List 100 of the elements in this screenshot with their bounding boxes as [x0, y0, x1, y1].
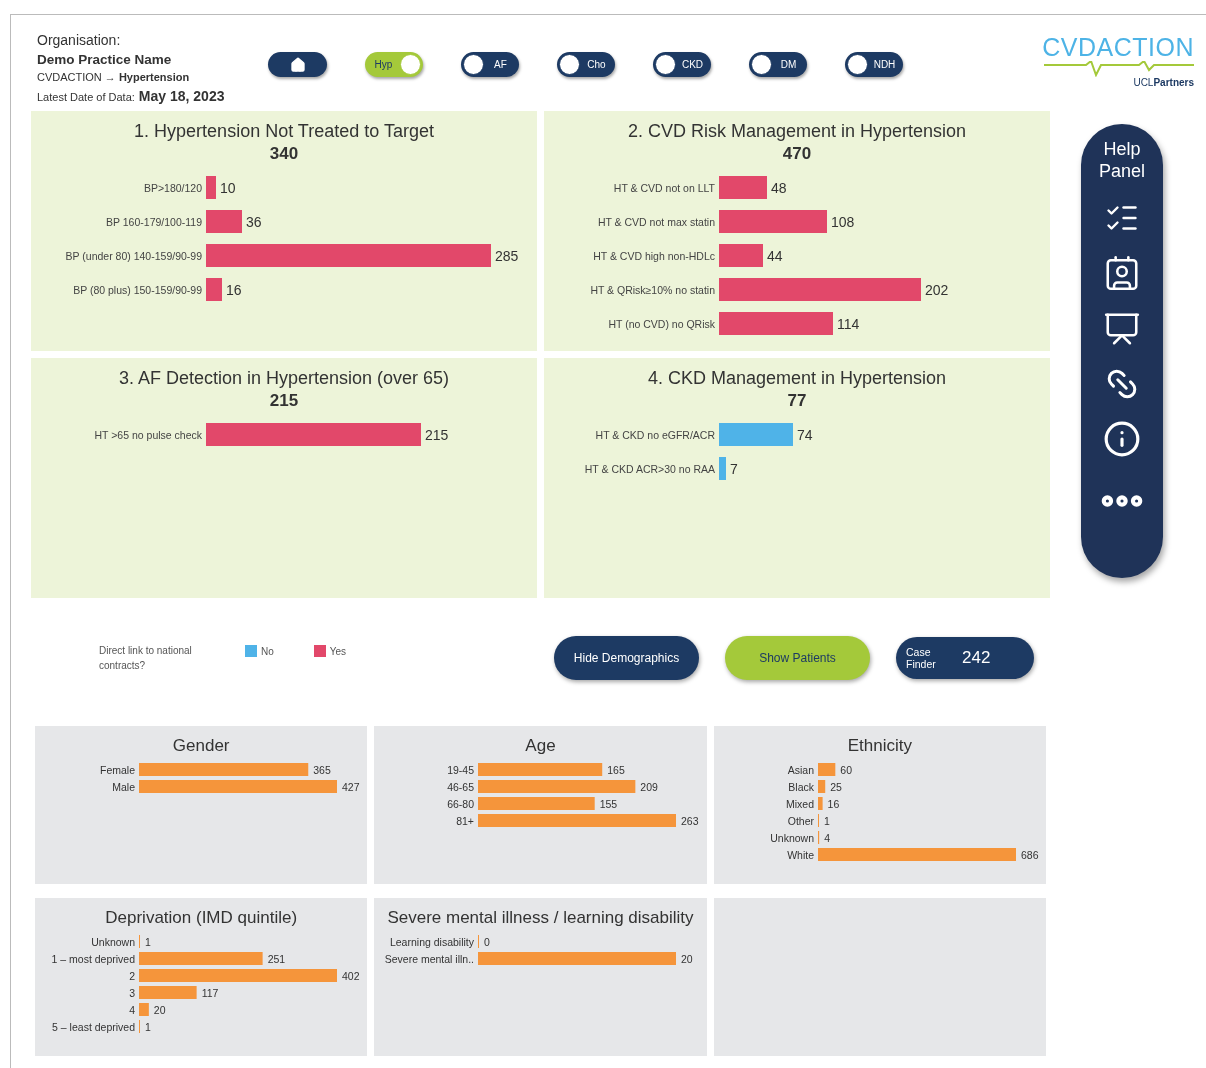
bar — [139, 1003, 149, 1016]
toggle-switch[interactable]: AF — [461, 52, 519, 77]
bar-label: Asian — [787, 763, 814, 776]
bar-label: HT & CKD no eGFR/ACR — [595, 428, 715, 441]
panel-title: 3. AF Detection in Hypertension (over 65) — [118, 367, 450, 389]
bar-label: 3 — [129, 986, 136, 999]
value-label: 1 — [145, 1020, 151, 1033]
value-label: 36 — [246, 213, 262, 230]
bar-label: Female — [100, 763, 136, 776]
bar-label: 19-45 — [447, 763, 475, 776]
value-label: 16 — [827, 797, 840, 810]
action-button[interactable]: Hide Demographics — [554, 636, 699, 680]
bar-label: Male — [112, 780, 136, 793]
bar — [719, 176, 767, 199]
bar-label: HT & QRisk≥10% no statin — [590, 283, 715, 296]
bar-label: Learning disability — [390, 935, 475, 948]
partner-logo: UCLPartners — [1133, 77, 1194, 89]
value-label: 427 — [342, 780, 360, 793]
value-label: 209 — [640, 780, 659, 793]
value-label: 20 — [154, 1003, 166, 1016]
panel-total: 340 — [269, 143, 299, 165]
value-label: 402 — [342, 969, 360, 982]
panel-title: Severe mental illness / learning disability — [387, 907, 694, 929]
value-label: 48 — [771, 179, 787, 196]
value-label: 10 — [220, 179, 236, 196]
bar — [719, 457, 726, 480]
panel-total: 470 — [782, 143, 812, 165]
bar — [206, 176, 216, 199]
contact-card-icon[interactable] — [1103, 254, 1141, 292]
value-label: 60 — [840, 763, 852, 776]
bar-label: 2 — [129, 969, 136, 982]
value-label: 251 — [267, 952, 286, 965]
toggle-switch[interactable]: Cho — [557, 52, 615, 77]
value-label: 44 — [767, 247, 783, 264]
value-label: 7 — [730, 460, 738, 477]
bar-label: 4 — [129, 1003, 136, 1016]
practice-name: Demo Practice Name — [37, 51, 173, 69]
bar-label: HT (no CVD) no QRisk — [608, 317, 715, 330]
panel-title: Ethnicity — [847, 735, 912, 757]
panel-title: Age — [525, 735, 556, 757]
bar-label: HT & CVD not on LLT — [613, 181, 715, 194]
value-label: 20 — [681, 952, 694, 965]
help-panel-title: Help Panel — [1097, 138, 1146, 182]
value-label: 108 — [831, 213, 855, 230]
toggle-switch[interactable]: NDH — [845, 52, 903, 77]
bar-label: Black — [788, 780, 814, 793]
bar-label: BP 160-179/100-119 — [106, 215, 202, 228]
panel-total: 77 — [787, 390, 807, 412]
breadcrumb: CVDACTION → Hypertension — [37, 70, 191, 85]
value-label: 202 — [925, 281, 949, 298]
bar-label: Unknown — [91, 935, 136, 948]
legend-label: No — [261, 644, 274, 659]
action-button[interactable]: Show Patients — [725, 636, 870, 680]
value-label: 263 — [681, 814, 699, 827]
bar-label: HT & CVD not max statin — [597, 215, 715, 228]
bar-label: BP (80 plus) 150-159/90-99 — [73, 283, 202, 296]
bar-label: HT & CKD ACR>30 no RAA — [584, 462, 715, 475]
legend-label: Yes — [329, 644, 347, 659]
bar-label: White — [787, 848, 814, 861]
bar-label: 1 – most deprived — [51, 952, 136, 965]
bar-label: 81+ — [456, 814, 475, 827]
toggle-switch[interactable]: Hyp — [365, 52, 423, 77]
logo-wordmark: CVDACTION — [1042, 33, 1194, 61]
legend-title: Direct link to national contracts? — [99, 644, 193, 673]
home-button[interactable] — [268, 52, 327, 77]
bar-label: HT & CVD high non-HDLc — [593, 249, 715, 262]
value-label: 165 — [607, 763, 626, 776]
panel-title: Deprivation (IMD quintile) — [105, 907, 298, 929]
value-label: 16 — [226, 281, 242, 298]
toggle-switch[interactable]: CKD — [653, 52, 711, 77]
panel-title: 2. CVD Risk Management in Hypertension — [627, 120, 967, 142]
value-label: 0 — [484, 935, 491, 948]
bar-label: Other — [787, 814, 814, 827]
date-label: Latest Date of Data: — [37, 90, 135, 105]
panel-title: 1. Hypertension Not Treated to Target — [134, 120, 434, 142]
value-label: 155 — [600, 797, 618, 810]
bar — [817, 797, 823, 810]
value-label: 25 — [830, 780, 842, 793]
home-icon — [289, 56, 306, 73]
bar — [139, 986, 197, 999]
bar-label: Mixed — [785, 797, 814, 810]
bar-label: BP>180/120 — [143, 181, 202, 194]
value-label: 215 — [425, 426, 449, 443]
bar-label: Severe mental illn.. — [385, 952, 475, 965]
bar-label: HT >65 no pulse check — [94, 428, 202, 441]
toggle-switch[interactable]: DM — [749, 52, 807, 77]
bar — [817, 780, 826, 793]
panel-total: 215 — [269, 390, 299, 412]
panel-title: Gender — [172, 735, 230, 757]
value-label: 365 — [313, 763, 331, 776]
value-label: 285 — [495, 247, 519, 264]
organisation-label: Organisation: — [37, 31, 122, 50]
case-finder-button[interactable]: Case Finder 242 — [896, 637, 1034, 679]
bar — [719, 244, 763, 267]
bar-label: Unknown — [770, 831, 814, 844]
bar-label: 5 – least deprived — [52, 1020, 136, 1033]
value-label: 1 — [823, 814, 830, 827]
info-icon[interactable] — [1103, 420, 1141, 458]
value-label: 1 — [145, 935, 151, 948]
bar — [817, 763, 836, 776]
